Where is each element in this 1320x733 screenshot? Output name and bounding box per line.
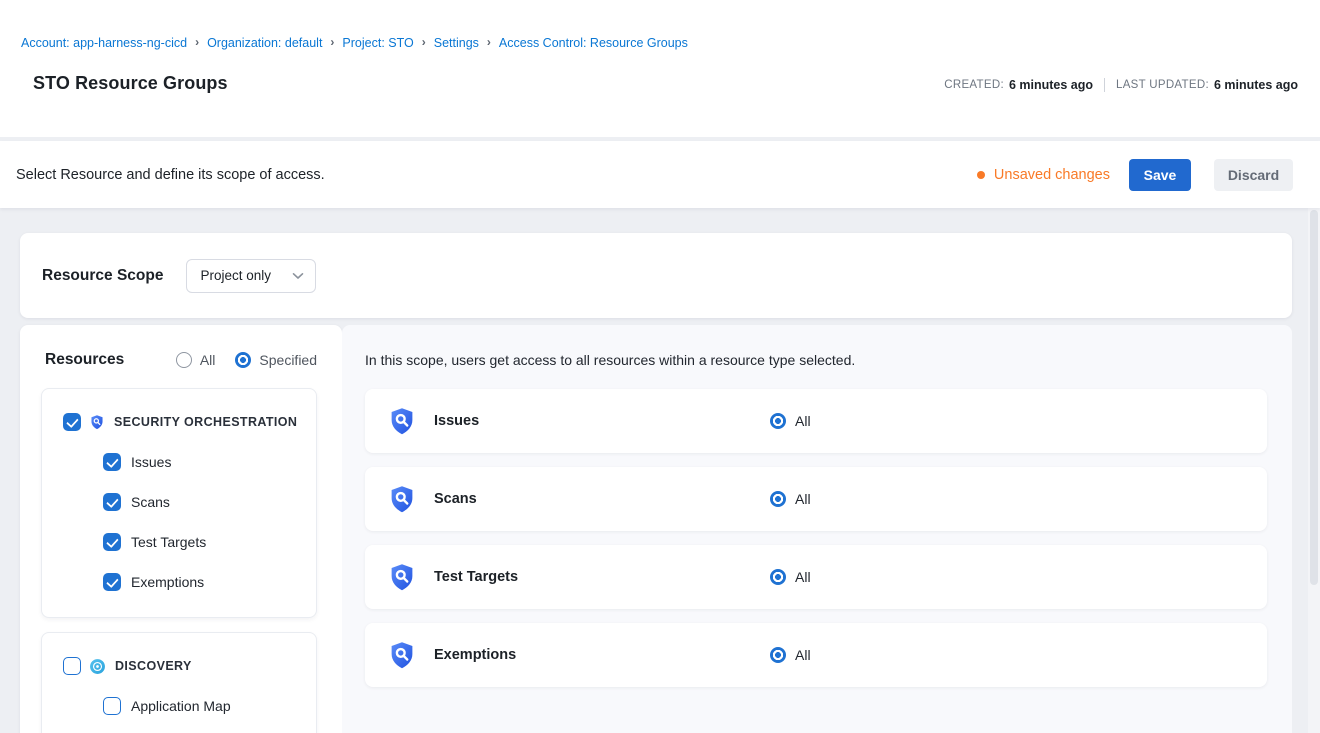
access-row-test-targets: Test Targets All: [365, 545, 1267, 609]
shield-scan-icon: [89, 414, 105, 430]
shield-scan-icon: [387, 484, 417, 514]
breadcrumb-item-account[interactable]: Account: app-harness-ng-cicd: [21, 36, 187, 50]
resource-access-area: In this scope, users get access to all r…: [342, 325, 1292, 733]
resource-scope-label: Resource Scope: [42, 267, 163, 285]
breadcrumb-separator-icon: ›: [195, 35, 199, 49]
unsaved-dot-icon: [977, 171, 985, 179]
vertical-scrollbar[interactable]: [1308, 141, 1320, 733]
access-row-scans: Scans All: [365, 467, 1267, 531]
resource-scope-select[interactable]: Project only: [186, 259, 316, 293]
checkbox-scans[interactable]: [103, 493, 121, 511]
checkbox-test-targets[interactable]: [103, 533, 121, 551]
radio-selected-icon[interactable]: [235, 352, 251, 368]
breadcrumb-separator-icon: ›: [330, 35, 334, 49]
save-button[interactable]: Save: [1129, 159, 1191, 191]
resource-item-exemptions[interactable]: Exemptions: [42, 573, 316, 591]
resource-scope-selected-value: Project only: [200, 268, 271, 283]
breadcrumb-item-project[interactable]: Project: STO: [342, 36, 413, 50]
created-value: 6 minutes ago: [1009, 78, 1093, 92]
timestamps: CREATED: 6 minutes ago LAST UPDATED: 6 m…: [944, 78, 1298, 94]
page-header: Account: app-harness-ng-cicd › Organizat…: [0, 0, 1320, 137]
group-header-row[interactable]: DISCOVERY: [42, 657, 316, 675]
chevron-down-icon: [292, 272, 304, 280]
access-option-all[interactable]: All: [770, 413, 811, 429]
resource-group-security-orchestration: SECURITY ORCHESTRATION Issues Scans Test…: [41, 388, 317, 618]
access-row-label: Exemptions: [434, 647, 516, 663]
resource-item-test-targets[interactable]: Test Targets: [42, 533, 316, 551]
radio-selected-icon[interactable]: [770, 569, 786, 585]
radio-unselected-icon[interactable]: [176, 352, 192, 368]
last-updated-label: LAST UPDATED:: [1116, 79, 1209, 91]
resource-group-discovery: DISCOVERY Application Map: [41, 632, 317, 733]
breadcrumb-item-organization[interactable]: Organization: default: [207, 36, 322, 50]
shield-scan-icon: [387, 562, 417, 592]
breadcrumb-item-access-control[interactable]: Access Control: Resource Groups: [499, 36, 688, 50]
resources-panel: Resources All Specified: [20, 325, 342, 733]
checkbox-exemptions[interactable]: [103, 573, 121, 591]
toolbar-description: Select Resource and define its scope of …: [16, 167, 325, 183]
group-header-row[interactable]: SECURITY ORCHESTRATION: [42, 413, 316, 431]
checkbox-security-orchestration[interactable]: [63, 413, 81, 431]
radio-selected-icon[interactable]: [770, 647, 786, 663]
resources-filter-all[interactable]: All: [176, 352, 216, 368]
radar-target-icon: [89, 658, 106, 675]
shield-scan-icon: [387, 640, 417, 670]
scrollbar-thumb[interactable]: [1310, 210, 1318, 585]
breadcrumb-separator-icon: ›: [487, 35, 491, 49]
shield-scan-icon: [387, 406, 417, 436]
radio-selected-icon[interactable]: [770, 413, 786, 429]
checkbox-issues[interactable]: [103, 453, 121, 471]
meta-divider: [1104, 78, 1105, 92]
checkbox-discovery[interactable]: [63, 657, 81, 675]
unsaved-changes-label: Unsaved changes: [994, 167, 1110, 183]
access-option-all[interactable]: All: [770, 647, 811, 663]
radio-selected-icon[interactable]: [770, 491, 786, 507]
access-row-issues: Issues All: [365, 389, 1267, 453]
access-option-all[interactable]: All: [770, 491, 811, 507]
access-row-label: Test Targets: [434, 569, 518, 585]
group-label[interactable]: DISCOVERY: [115, 659, 192, 673]
resources-panel-title: Resources: [45, 351, 124, 369]
scope-note: In this scope, users get access to all r…: [365, 352, 1267, 368]
resource-item-application-map[interactable]: Application Map: [42, 697, 316, 715]
resources-filter-specified[interactable]: Specified: [235, 352, 317, 368]
page-title: STO Resource Groups: [21, 73, 228, 94]
created-label: CREATED:: [944, 79, 1004, 91]
access-row-exemptions: Exemptions All: [365, 623, 1267, 687]
group-label[interactable]: SECURITY ORCHESTRATION: [114, 415, 297, 429]
resource-item-issues[interactable]: Issues: [42, 453, 316, 471]
access-option-all[interactable]: All: [770, 569, 811, 585]
unsaved-changes-indicator: Unsaved changes: [977, 167, 1110, 183]
checkbox-application-map[interactable]: [103, 697, 121, 715]
breadcrumb-item-settings[interactable]: Settings: [434, 36, 479, 50]
discard-button[interactable]: Discard: [1214, 159, 1293, 191]
resource-scope-card: Resource Scope Project only: [20, 233, 1292, 318]
access-row-label: Scans: [434, 491, 477, 507]
breadcrumb: Account: app-harness-ng-cicd › Organizat…: [21, 36, 1298, 50]
last-updated-value: 6 minutes ago: [1214, 78, 1298, 92]
main-content: Resource Scope Project only Resources Al…: [0, 208, 1320, 733]
breadcrumb-separator-icon: ›: [422, 35, 426, 49]
toolbar: Select Resource and define its scope of …: [0, 141, 1320, 208]
access-row-label: Issues: [434, 413, 479, 429]
resource-item-scans[interactable]: Scans: [42, 493, 316, 511]
